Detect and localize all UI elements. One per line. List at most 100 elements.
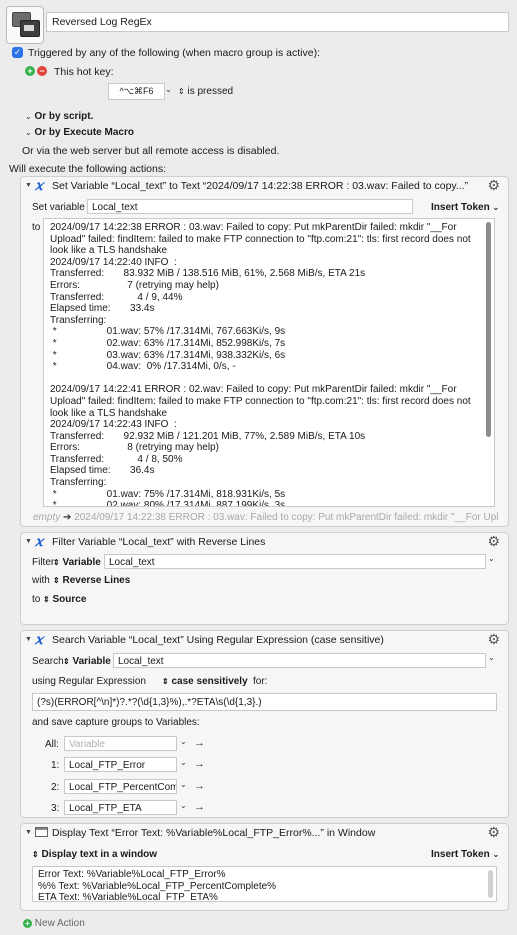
set-variable-label: Set variable [32, 202, 85, 213]
chevron-down-icon[interactable]: ⌄ [180, 758, 187, 767]
action-title: Set Variable “Local_text” to Text “2024/… [52, 180, 469, 192]
group-variable-2[interactable]: Local_FTP_PercentComp [64, 779, 177, 794]
trigger-checkbox[interactable]: ✓ [12, 47, 23, 58]
action-header[interactable]: ▼ Display Text “Error Text: %Variable%Lo… [21, 824, 508, 842]
variable-name-field[interactable]: Local_text [113, 653, 486, 668]
scrollbar-track[interactable] [488, 870, 493, 898]
filter-variable-action[interactable]: ▼ 𝑥 Filter Variable “Local_text” with Re… [20, 532, 509, 625]
gear-icon[interactable]: ⚙ [487, 631, 500, 648]
group-label-1: 1: [51, 760, 60, 771]
action-header[interactable]: ▼ 𝑥 Set Variable “Local_text” to Text “2… [21, 177, 508, 195]
variable-icon: 𝑥 [35, 632, 43, 648]
case-popup[interactable]: ⇕ case sensitively [162, 676, 248, 687]
group-variable-all[interactable]: Variable [64, 736, 177, 751]
group-label-3: 3: [51, 803, 60, 814]
macro-icon[interactable] [6, 6, 44, 44]
set-variable-action[interactable]: ▼ 𝑥 Set Variable “Local_text” to Text “2… [20, 176, 509, 527]
display-mode-popup[interactable]: ⇕ Display text in a window [32, 849, 157, 860]
macro-name-field[interactable]: Reversed Log RegEx [46, 12, 509, 32]
text-value: 2024/09/17 14:22:38 ERROR : 03.wav: Fail… [50, 222, 471, 507]
insert-token-button[interactable]: Insert Token ⌄ [431, 202, 499, 213]
to-label: to [32, 594, 41, 605]
insert-token-label: Insert Token [431, 202, 490, 213]
arrow-right-icon[interactable]: → [194, 758, 205, 770]
display-text-area[interactable]: Error Text: %Variable%Local_FTP_Error% %… [32, 866, 497, 902]
display-text-value: Error Text: %Variable%Local_FTP_Error% %… [38, 869, 277, 902]
updown-icon: ⇕ [53, 576, 60, 585]
action-title: Filter Variable “Local_text” with Revers… [52, 536, 266, 548]
chevron-down-icon[interactable]: ⌄ [488, 554, 495, 563]
gear-icon[interactable]: ⚙ [487, 177, 500, 194]
filter-type-popup[interactable]: ⇕ Reverse Lines [53, 575, 130, 586]
hotkey-field[interactable]: ^⌥⌘F6 [108, 83, 165, 100]
save-label: and save capture groups to Variables: [32, 717, 200, 728]
group-variable-1[interactable]: Local_FTP_Error [64, 757, 177, 772]
group-label-2: 2: [51, 782, 60, 793]
insert-token-button[interactable]: Insert Token ⌄ [431, 849, 499, 860]
chevron-down-icon: ⌄ [492, 203, 500, 212]
gear-icon[interactable]: ⚙ [487, 533, 500, 550]
variable-kind-popup[interactable]: ⇕ Variable [53, 557, 101, 568]
variable-name-field[interactable]: Local_text [104, 554, 486, 569]
text-value-area[interactable]: 2024/09/17 14:22:38 ERROR : 03.wav: Fail… [43, 218, 495, 507]
updown-icon: ⇕ [63, 657, 70, 666]
window-icon [35, 827, 48, 837]
destination-label: Source [52, 594, 87, 605]
with-label: with [32, 575, 50, 586]
hotkey-chevron-icon[interactable]: ⌄ [165, 85, 172, 94]
arrow-right-icon[interactable]: → [194, 737, 205, 749]
updown-icon: ⇕ [32, 850, 39, 859]
pressed-label: is pressed [187, 86, 234, 97]
collapse-icon[interactable]: ▼ [25, 636, 32, 643]
trigger-header: Triggered by any of the following (when … [28, 47, 321, 59]
pressed-popup[interactable]: ⇕ is pressed [178, 86, 233, 97]
or-script-row[interactable]: ⌄ Or by script. [25, 111, 93, 122]
variable-kind-label: Variable [72, 656, 111, 667]
add-trigger-icon[interactable]: + [25, 66, 35, 76]
group-variable-3[interactable]: Local_FTP_ETA [64, 800, 177, 815]
regex-field[interactable]: (?s)(ERROR[^\n]*)?.*?(\d{1,3}%),.*?ETA\s… [32, 693, 497, 711]
updown-icon: ⇕ [53, 558, 60, 567]
updown-icon: ⇕ [162, 677, 169, 686]
group-label-all: All: [45, 739, 59, 750]
chevron-down-icon[interactable]: ⌄ [180, 780, 187, 789]
hotkey-label: This hot key: [54, 66, 114, 78]
scrollbar-thumb[interactable] [486, 222, 491, 437]
chevron-down-icon: ⌄ [492, 850, 500, 859]
insert-token-label: Insert Token [431, 849, 490, 860]
web-server-note: Or via the web server but all remote acc… [22, 145, 280, 157]
variable-kind-label: Variable [62, 557, 101, 568]
result-preview: empty ➔ 2024/09/17 14:22:38 ERROR : 03.w… [33, 512, 498, 523]
collapse-icon[interactable]: ▼ [25, 829, 32, 836]
variable-icon: 𝑥 [35, 534, 43, 550]
chevron-down-icon[interactable]: ⌄ [180, 801, 187, 810]
gear-icon[interactable]: ⚙ [487, 824, 500, 841]
variable-kind-popup[interactable]: ⇕ Variable [63, 656, 111, 667]
collapse-icon[interactable]: ▼ [25, 538, 32, 545]
or-execute-row[interactable]: ⌄ Or by Execute Macro [25, 127, 134, 138]
arrow-right-icon: ➔ [63, 512, 72, 523]
disclosure-chevron-icon: ⌄ [25, 128, 32, 137]
updown-icon: ⇕ [43, 595, 50, 604]
arrow-right-icon[interactable]: → [194, 801, 205, 813]
will-execute-label: Will execute the following actions: [9, 163, 166, 175]
preview-empty: empty [33, 512, 61, 523]
filter-type-label: Reverse Lines [62, 575, 131, 586]
add-action-icon: + [23, 919, 32, 928]
chevron-down-icon[interactable]: ⌄ [180, 737, 187, 746]
action-header[interactable]: ▼ 𝑥 Filter Variable “Local_text” with Re… [21, 533, 508, 551]
to-label: to [32, 222, 41, 233]
search-variable-action[interactable]: ▼ 𝑥 Search Variable “Local_text” Using R… [20, 630, 509, 818]
display-text-action[interactable]: ▼ Display Text “Error Text: %Variable%Lo… [20, 823, 509, 911]
using-label: using Regular Expression [32, 676, 146, 687]
for-label: for: [253, 676, 268, 687]
action-title: Search Variable “Local_text” Using Regul… [52, 634, 384, 646]
new-action-button[interactable]: + New Action [23, 918, 85, 929]
collapse-icon[interactable]: ▼ [25, 182, 32, 189]
action-header[interactable]: ▼ 𝑥 Search Variable “Local_text” Using R… [21, 631, 508, 649]
variable-name-field[interactable]: Local_text [87, 199, 413, 214]
arrow-right-icon[interactable]: → [194, 780, 205, 792]
remove-trigger-icon[interactable]: − [37, 66, 47, 76]
chevron-down-icon[interactable]: ⌄ [488, 653, 495, 662]
destination-popup[interactable]: ⇕ Source [43, 594, 86, 605]
